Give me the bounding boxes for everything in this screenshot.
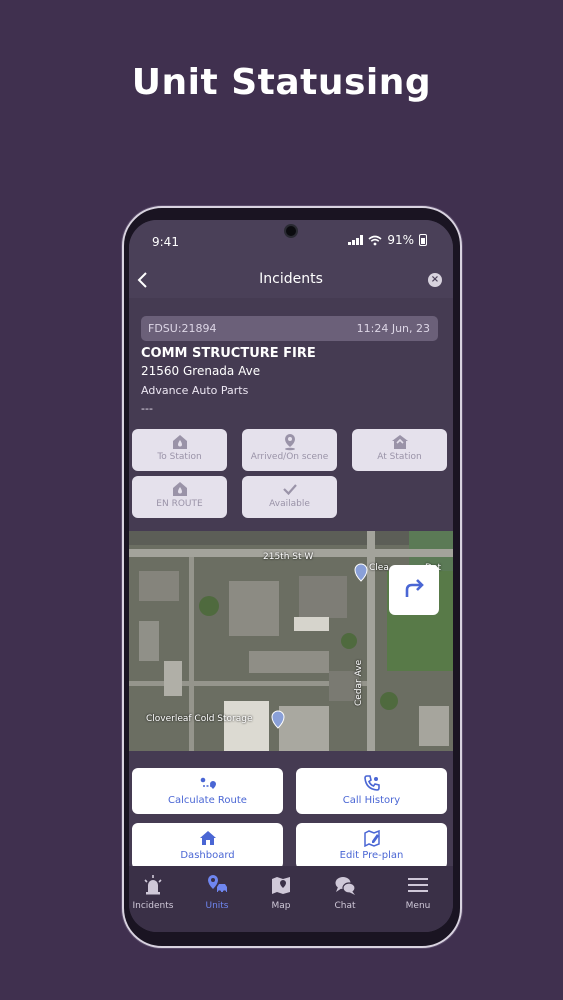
nav-header: Incidents × [129,262,453,298]
status-indicators: 91% [348,233,427,247]
turn-right-arrow-icon [405,579,424,597]
dashboard-button[interactable]: Dashboard [132,823,283,869]
hamburger-menu-icon [408,878,428,892]
incident-id: FDSU:21894 [148,322,217,335]
arrived-on-scene-label: Arrived/On scene [250,452,329,462]
en-route-button[interactable]: EN ROUTE [132,476,227,518]
house-drop-icon [172,482,187,496]
tab-incidents[interactable]: Incidents [129,874,183,911]
tab-map[interactable]: Map [251,874,311,911]
page-headline: Unit Statusing [131,62,432,103]
tab-chat-label: Chat [334,901,356,911]
chat-icon [335,877,356,895]
battery-icon [419,234,427,246]
edit-preplan-label: Edit Pre-plan [339,850,404,861]
incident-id-bar: FDSU:21894 11:24 Jun, 23 [141,316,438,341]
tab-units-label: Units [205,901,229,911]
close-icon[interactable]: × [428,273,442,287]
home-icon [199,831,216,845]
units-pin-icon [208,875,227,894]
available-button[interactable]: Available [242,476,337,518]
call-history-button[interactable]: Call History [296,768,447,814]
incident-address: 21560 Grenada Ave [141,364,261,378]
house-drop-icon [172,435,187,449]
edit-preplan-button[interactable]: Edit Pre-plan [296,823,447,869]
available-label: Available [269,499,310,509]
bottom-tab-bar: Incidents Units Map Chat Menu [129,866,453,932]
incident-time: 11:24 Jun, 23 [356,322,430,335]
phone-icon [363,775,380,791]
tab-menu-label: Menu [405,901,431,911]
call-history-label: Call History [342,795,401,806]
en-route-label: EN ROUTE [156,499,203,509]
map-view[interactable]: 215th St W Clea Det Cloverleaf Cold Stor… [129,531,453,751]
incident-extra: --- [141,402,153,415]
alarm-icon [144,875,162,895]
tab-units[interactable]: Units [187,874,247,911]
tab-menu[interactable]: Menu [388,874,448,911]
map-label-cedar: Cedar Ave [354,659,364,706]
to-station-label: To Station [157,452,202,462]
at-station-label: At Station [377,452,422,462]
tab-incidents-label: Incidents [132,901,174,911]
tab-chat[interactable]: Chat [315,874,375,911]
to-station-button[interactable]: To Station [132,429,227,471]
map-pin-icon [284,434,295,451]
calculate-route-button[interactable]: Calculate Route [132,768,283,814]
signal-icon [348,235,364,245]
status-time: 9:41 [152,235,179,249]
map-label-cloverleaf: Cloverleaf Cold Storage [146,714,253,724]
camera-icon [284,224,298,238]
map-label-clea: Clea [369,563,389,573]
edit-map-icon [363,829,380,847]
status-bar: 9:41 91% [129,220,453,262]
map-icon [272,877,290,894]
house-check-icon [391,435,408,449]
directions-button[interactable] [389,565,439,615]
map-label-215th: 215th St W [263,552,314,562]
at-station-button[interactable]: At Station [352,429,447,471]
app-screen: 9:41 91% Incidents × FDSU:21894 11:24 Ju… [129,220,453,932]
tab-map-label: Map [271,901,291,911]
calculate-route-label: Calculate Route [168,795,247,806]
page-title: Incidents [259,271,323,287]
check-icon [282,484,297,496]
incident-place: Advance Auto Parts [141,384,249,397]
dashboard-label: Dashboard [180,850,235,861]
battery-percent: 91% [387,233,414,247]
route-icon [200,777,216,789]
arrived-on-scene-button[interactable]: Arrived/On scene [242,429,337,471]
incident-type: COMM STRUCTURE FIRE [141,346,316,361]
wifi-icon [368,235,382,245]
